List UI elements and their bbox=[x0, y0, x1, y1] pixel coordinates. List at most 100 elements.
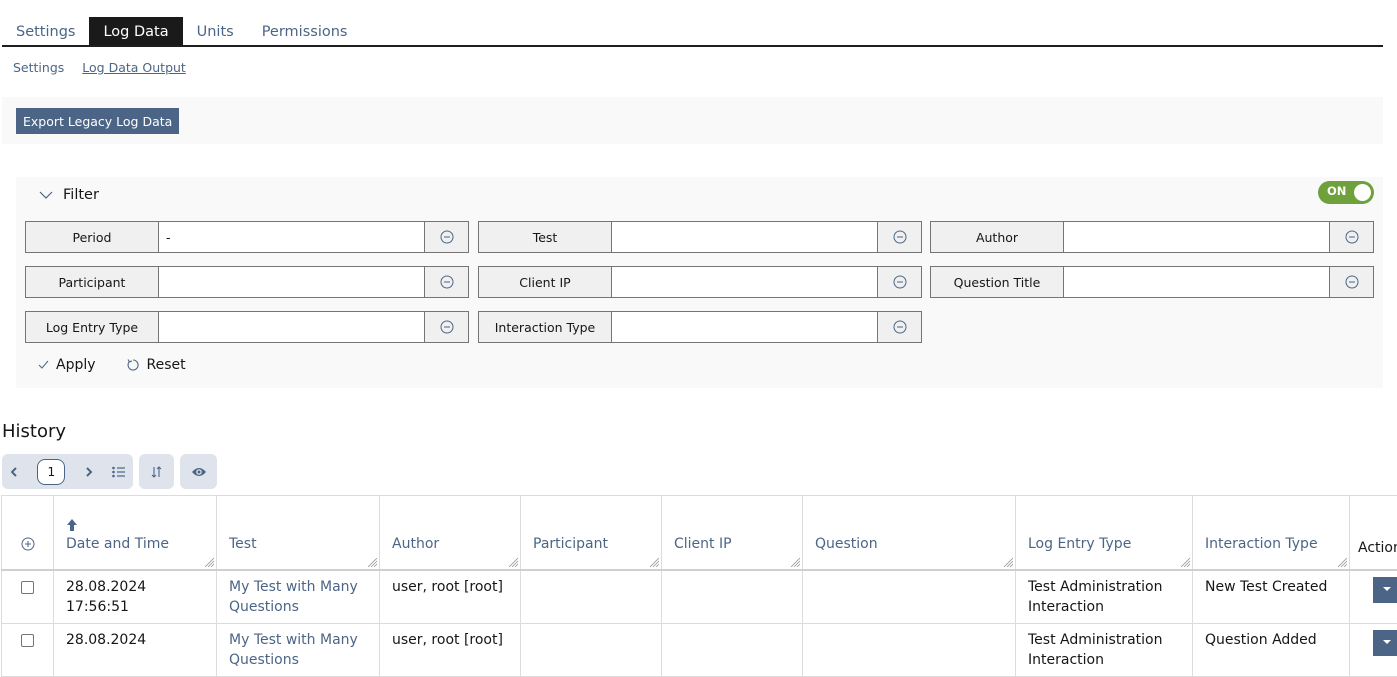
check-icon bbox=[38, 360, 49, 370]
resize-handle-icon[interactable] bbox=[1181, 558, 1190, 567]
subtab-settings[interactable]: Settings bbox=[13, 60, 64, 75]
test-cell: My Test with Many Questions bbox=[217, 570, 380, 624]
minus-circle-icon bbox=[440, 320, 454, 334]
remove-filter-button[interactable] bbox=[424, 312, 468, 342]
period-input[interactable] bbox=[159, 222, 424, 252]
filter-actions: Apply Reset bbox=[38, 357, 186, 373]
column-header-participant[interactable]: Participant bbox=[521, 496, 662, 570]
interaction-type-cell: Question Added bbox=[1193, 623, 1350, 676]
remove-filter-button[interactable] bbox=[877, 312, 921, 342]
tab-units[interactable]: Units bbox=[183, 17, 248, 45]
resize-handle-icon[interactable] bbox=[1338, 558, 1347, 567]
chevron-left-icon bbox=[10, 466, 18, 478]
remove-filter-button[interactable] bbox=[877, 267, 921, 297]
remove-filter-button[interactable] bbox=[424, 222, 468, 252]
next-page-button[interactable] bbox=[85, 466, 93, 478]
column-header-actions: Actions bbox=[1350, 496, 1397, 570]
field-label: Log Entry Type bbox=[26, 312, 159, 342]
subtab-log-data-output[interactable]: Log Data Output bbox=[82, 60, 186, 75]
previous-page-button[interactable] bbox=[10, 466, 18, 478]
filter-field-log-entry-type: Log Entry Type bbox=[25, 311, 469, 343]
remove-filter-button[interactable] bbox=[424, 267, 468, 297]
row-actions-dropdown-button[interactable] bbox=[1373, 577, 1397, 603]
filter-on-off-toggle[interactable]: ON bbox=[1318, 181, 1374, 204]
column-visibility-button[interactable] bbox=[180, 454, 217, 489]
apply-filter-button[interactable]: Apply bbox=[38, 357, 96, 373]
column-header-client-ip[interactable]: Client IP bbox=[662, 496, 803, 570]
history-table: Date and Time Test Author Participant Cl… bbox=[1, 495, 1397, 677]
chevron-down-icon bbox=[39, 190, 53, 200]
resize-handle-icon[interactable] bbox=[650, 558, 659, 567]
page-size-button[interactable] bbox=[112, 466, 125, 478]
column-label: Participant bbox=[533, 536, 608, 552]
export-legacy-log-data-button[interactable]: Export Legacy Log Data bbox=[16, 108, 179, 134]
field-label: Participant bbox=[26, 267, 159, 297]
toolbar: Export Legacy Log Data bbox=[2, 97, 1383, 144]
interaction-type-cell: New Test Created bbox=[1193, 570, 1350, 624]
row-actions-dropdown-button[interactable] bbox=[1373, 630, 1397, 656]
column-label: Log Entry Type bbox=[1028, 536, 1131, 552]
question-cell bbox=[803, 623, 1016, 676]
current-page-button[interactable]: 1 bbox=[37, 459, 65, 485]
test-link[interactable]: My Test with Many Questions bbox=[229, 632, 358, 668]
row-checkbox[interactable] bbox=[21, 581, 34, 594]
arrow-up-icon bbox=[66, 518, 78, 532]
table-row: 28.08.202417:56:51 My Test with Many Que… bbox=[2, 570, 1397, 624]
resize-handle-icon[interactable] bbox=[368, 558, 377, 567]
client-ip-cell bbox=[662, 623, 803, 676]
pagination-control: 1 bbox=[2, 454, 133, 489]
tab-log-data[interactable]: Log Data bbox=[89, 17, 182, 45]
resize-handle-icon[interactable] bbox=[1004, 558, 1013, 567]
test-input[interactable] bbox=[612, 222, 877, 252]
tab-settings[interactable]: Settings bbox=[2, 17, 89, 45]
filter-field-participant: Participant bbox=[25, 266, 469, 298]
remove-filter-button[interactable] bbox=[877, 222, 921, 252]
test-link[interactable]: My Test with Many Questions bbox=[229, 579, 358, 615]
test-cell: My Test with Many Questions bbox=[217, 623, 380, 676]
filter-field-question-title: Question Title bbox=[930, 266, 1374, 298]
column-header-date-and-time[interactable]: Date and Time bbox=[54, 496, 217, 570]
client-ip-input[interactable] bbox=[612, 267, 877, 297]
log-entry-type-input[interactable] bbox=[159, 312, 424, 342]
sort-button[interactable] bbox=[139, 454, 174, 489]
remove-filter-button[interactable] bbox=[1329, 222, 1373, 252]
column-header-author[interactable]: Author bbox=[380, 496, 521, 570]
view-controls: 1 bbox=[2, 454, 217, 489]
column-label: Interaction Type bbox=[1205, 536, 1318, 552]
question-title-input[interactable] bbox=[1064, 267, 1329, 297]
interaction-type-input[interactable] bbox=[612, 312, 877, 342]
toggle-label: ON bbox=[1327, 184, 1346, 198]
table-row: 28.08.2024 My Test with Many Questions u… bbox=[2, 623, 1397, 676]
table-header-row: Date and Time Test Author Participant Cl… bbox=[2, 496, 1397, 570]
tab-permissions[interactable]: Permissions bbox=[248, 17, 362, 45]
column-header-log-entry-type[interactable]: Log Entry Type bbox=[1016, 496, 1193, 570]
filter-toggle-header[interactable]: Filter bbox=[39, 187, 99, 203]
field-label: Client IP bbox=[479, 267, 612, 297]
column-header-question[interactable]: Question bbox=[803, 496, 1016, 570]
column-header-interaction-type[interactable]: Interaction Type bbox=[1193, 496, 1350, 570]
column-label: Question bbox=[815, 536, 878, 552]
remove-filter-button[interactable] bbox=[1329, 267, 1373, 297]
reset-label: Reset bbox=[147, 357, 186, 373]
column-label: Test bbox=[229, 536, 257, 552]
client-ip-cell bbox=[662, 570, 803, 624]
date-text: 28.08.2024 bbox=[66, 579, 146, 595]
column-label: Actions bbox=[1358, 540, 1397, 556]
participant-cell bbox=[521, 570, 662, 624]
field-label: Interaction Type bbox=[479, 312, 612, 342]
sub-tabs: Settings Log Data Output bbox=[13, 60, 186, 75]
resize-handle-icon[interactable] bbox=[205, 558, 214, 567]
column-header-test[interactable]: Test bbox=[217, 496, 380, 570]
participant-input[interactable] bbox=[159, 267, 424, 297]
caret-down-icon bbox=[1383, 640, 1391, 645]
caret-down-icon bbox=[1383, 587, 1391, 592]
reset-filter-button[interactable]: Reset bbox=[126, 357, 186, 373]
author-input[interactable] bbox=[1064, 222, 1329, 252]
plus-circle-icon[interactable] bbox=[21, 537, 35, 551]
column-label: Date and Time bbox=[66, 536, 169, 552]
resize-handle-icon[interactable] bbox=[791, 558, 800, 567]
column-label: Author bbox=[392, 536, 439, 552]
row-checkbox[interactable] bbox=[21, 634, 34, 647]
field-label: Question Title bbox=[931, 267, 1064, 297]
resize-handle-icon[interactable] bbox=[509, 558, 518, 567]
